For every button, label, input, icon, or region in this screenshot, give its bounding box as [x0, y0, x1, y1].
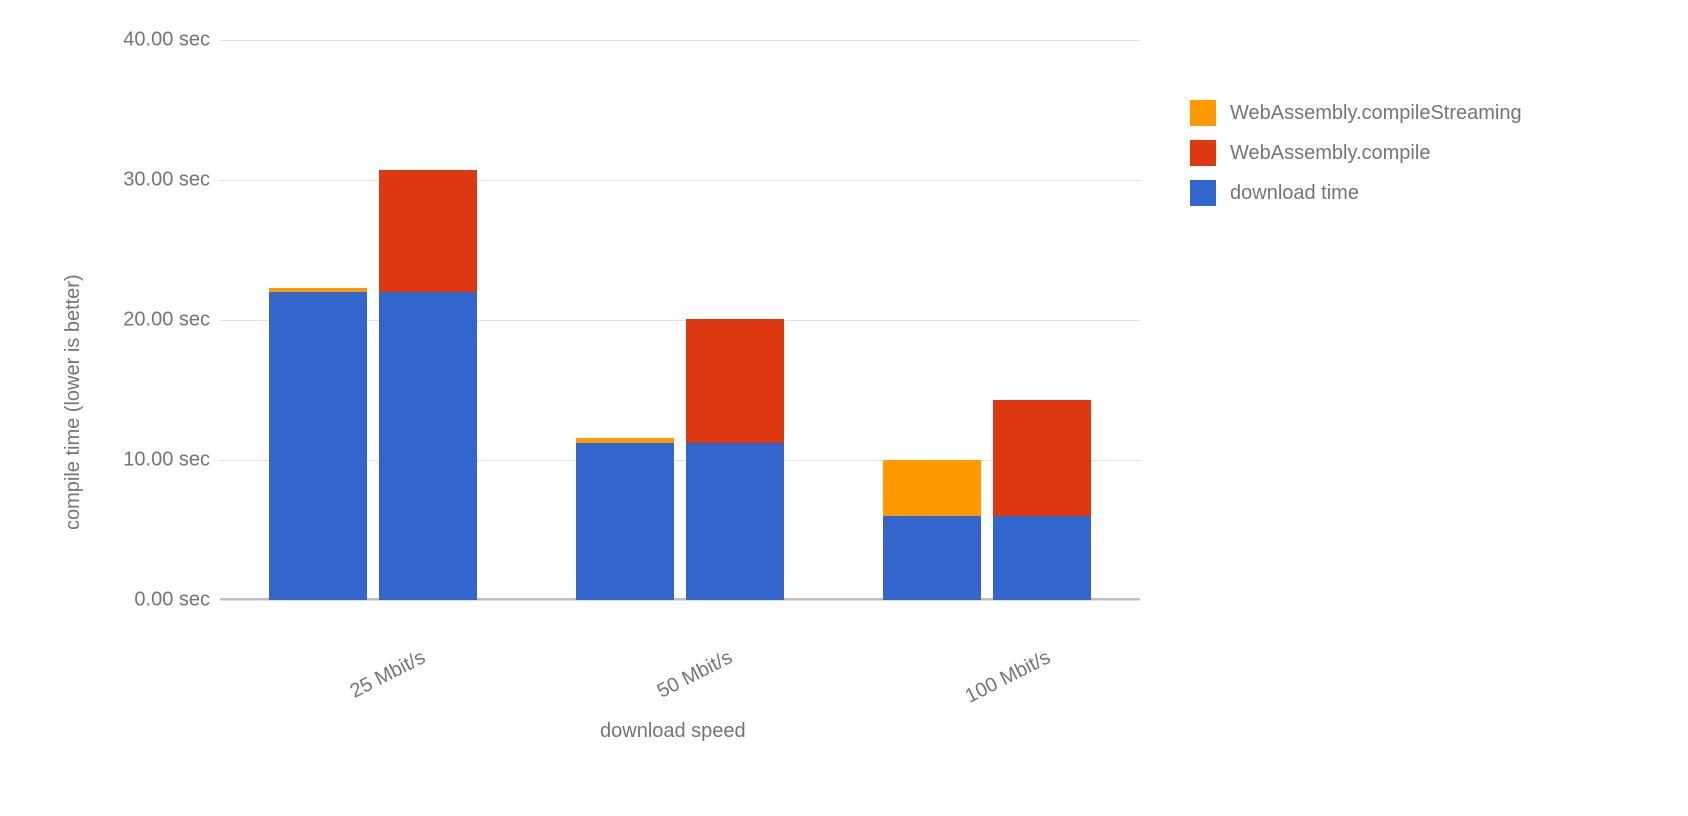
- bar-segment: [269, 292, 367, 600]
- legend-swatch: [1190, 100, 1216, 126]
- legend-swatch: [1190, 140, 1216, 166]
- y-tick-label: 40.00 sec: [123, 29, 210, 52]
- bar-segment: [993, 400, 1091, 516]
- gridline: [220, 180, 1140, 181]
- legend-item: WebAssembly.compileStreaming: [1190, 100, 1522, 126]
- bar-segment: [269, 288, 367, 292]
- gridline: [220, 600, 1140, 601]
- x-tick-label: 50 Mbit/s: [654, 646, 737, 703]
- bar-segment: [686, 319, 784, 444]
- legend-label: WebAssembly.compileStreaming: [1230, 102, 1522, 125]
- legend-item: WebAssembly.compile: [1190, 140, 1522, 166]
- legend-swatch: [1190, 180, 1216, 206]
- x-tick-label: 100 Mbit/s: [961, 646, 1054, 708]
- bar-segment: [883, 460, 981, 516]
- bar-segment: [993, 516, 1091, 600]
- y-tick-label: 10.00 sec: [123, 449, 210, 472]
- bar-segment: [883, 516, 981, 600]
- x-tick-label: 25 Mbit/s: [347, 646, 430, 703]
- bar-segment: [379, 170, 477, 292]
- legend-item: download time: [1190, 180, 1522, 206]
- chart-container: compile time (lower is better) 0.00 sec1…: [40, 20, 1640, 800]
- bar-segment: [379, 292, 477, 600]
- bar-segment: [576, 438, 674, 444]
- y-tick-label: 20.00 sec: [123, 309, 210, 332]
- x-axis-label: download speed: [600, 720, 746, 743]
- legend-label: WebAssembly.compile: [1230, 142, 1430, 165]
- bar-segment: [686, 443, 784, 600]
- plot-area: 0.00 sec10.00 sec20.00 sec30.00 sec40.00…: [220, 40, 1140, 600]
- bar-segment: [576, 443, 674, 600]
- y-tick-label: 0.00 sec: [134, 589, 210, 612]
- legend-label: download time: [1230, 182, 1359, 205]
- y-tick-label: 30.00 sec: [123, 169, 210, 192]
- gridline: [220, 40, 1140, 41]
- y-axis-label: compile time (lower is better): [62, 274, 85, 530]
- legend: WebAssembly.compileStreaming WebAssembly.…: [1190, 100, 1522, 220]
